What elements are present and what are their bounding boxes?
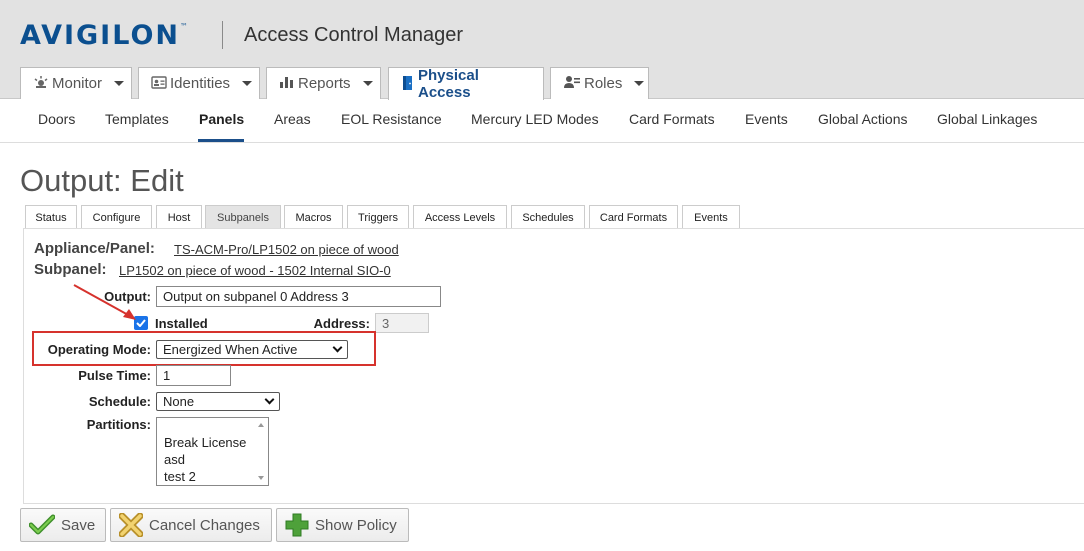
tab-subpanels[interactable]: Subpanels [205, 205, 281, 229]
subnav-doors[interactable]: Doors [38, 111, 75, 127]
subnav-card-formats[interactable]: Card Formats [629, 111, 715, 127]
subnav-templates[interactable]: Templates [105, 111, 169, 127]
logo-text: AVIGILON [20, 20, 181, 51]
tab-triggers[interactable]: Triggers [347, 205, 409, 229]
tab-identities-label: Identities [170, 75, 231, 92]
subnav-mercury-led-modes[interactable]: Mercury LED Modes [471, 111, 599, 127]
plus-icon [285, 513, 309, 537]
scroll-up-icon[interactable] [258, 423, 264, 427]
scroll-down-icon[interactable] [258, 476, 264, 480]
pulse-time-input[interactable] [156, 365, 231, 386]
subnav-areas[interactable]: Areas [274, 111, 311, 127]
tab-configure[interactable]: Configure [81, 205, 152, 229]
list-item[interactable]: Break License [164, 434, 268, 451]
chevron-down-icon [264, 394, 275, 405]
tab-roles[interactable]: Roles [550, 67, 649, 99]
schedule-label: Schedule: [88, 394, 151, 409]
operating-mode-value: Energized When Active [163, 342, 298, 357]
annotation-arrow-icon [73, 284, 136, 320]
id-card-icon [151, 75, 167, 92]
tab-monitor[interactable]: Monitor [20, 67, 132, 99]
subpanel-link[interactable]: LP1502 on piece of wood - 1502 Internal … [119, 263, 391, 278]
tab-physical-access-label: Physical Access [418, 67, 479, 101]
tab-host[interactable]: Host [156, 205, 202, 229]
show-policy-button[interactable]: Show Policy [276, 508, 409, 542]
tab-reports[interactable]: Reports [266, 67, 381, 99]
tab-physical-access[interactable]: Physical Access [388, 67, 544, 101]
save-button-label: Save [61, 516, 96, 534]
appliance-link[interactable]: TS-ACM-Pro/LP1502 on piece of wood [174, 242, 399, 257]
save-button[interactable]: Save [20, 508, 106, 542]
appliance-label: Appliance/Panel: [34, 240, 155, 257]
header-divider [222, 21, 223, 49]
bar-chart-icon [279, 75, 295, 92]
avigilon-logo: AVIGILON™ [20, 20, 188, 51]
subnav-eol-resistance[interactable]: EOL Resistance [341, 111, 442, 127]
sub-navigation: Doors Templates Panels Areas EOL Resista… [0, 99, 1084, 143]
subnav-events[interactable]: Events [745, 111, 788, 127]
chevron-down-icon [114, 81, 125, 86]
operating-mode-select[interactable]: Energized When Active [156, 340, 348, 359]
roles-icon [563, 75, 581, 92]
monitor-icon [33, 75, 49, 92]
tab-status[interactable]: Status [25, 205, 77, 229]
chevron-down-icon [362, 81, 373, 86]
installed-label: Installed [155, 316, 208, 331]
partitions-label: Partitions: [86, 417, 151, 432]
subnav-active-indicator [198, 139, 244, 142]
schedule-value: None [163, 394, 195, 409]
address-input [375, 313, 429, 333]
chevron-down-icon [332, 342, 343, 353]
pulse-time-label: Pulse Time: [78, 368, 151, 383]
cancel-changes-button[interactable]: Cancel Changes [110, 508, 272, 542]
list-item[interactable]: asd [164, 451, 268, 468]
tab-card-formats[interactable]: Card Formats [589, 205, 678, 229]
checkmark-icon [29, 514, 55, 536]
cancel-x-icon [119, 513, 143, 537]
tab-schedules[interactable]: Schedules [511, 205, 585, 229]
tab-macros[interactable]: Macros [284, 205, 343, 229]
listbox-scrollbar[interactable] [254, 418, 268, 485]
address-label: Address: [313, 316, 370, 331]
subnav-global-linkages[interactable]: Global Linkages [937, 111, 1037, 127]
logo-trademark: ™ [180, 22, 189, 31]
operating-mode-label: Operating Mode: [47, 342, 151, 357]
subnav-global-actions[interactable]: Global Actions [818, 111, 908, 127]
tab-monitor-label: Monitor [52, 75, 103, 92]
tab-roles-label: Roles [584, 75, 623, 92]
chevron-down-icon [634, 81, 645, 86]
output-name-input[interactable] [156, 286, 441, 307]
subpanel-label: Subpanel: [34, 261, 107, 278]
door-icon [401, 75, 415, 94]
partitions-listbox[interactable]: Break License asd test 2 [156, 417, 269, 486]
tab-events[interactable]: Events [682, 205, 740, 229]
schedule-select[interactable]: None [156, 392, 280, 411]
show-policy-label: Show Policy [315, 516, 397, 534]
list-item[interactable]: test 2 [164, 468, 268, 485]
cancel-button-label: Cancel Changes [149, 516, 260, 534]
tab-access-levels[interactable]: Access Levels [413, 205, 507, 229]
subnav-panels[interactable]: Panels [199, 111, 244, 127]
app-title: Access Control Manager [244, 24, 463, 46]
tab-identities[interactable]: Identities [138, 67, 260, 99]
page-title: Output: Edit [20, 163, 184, 198]
chevron-down-icon [242, 81, 253, 86]
tab-reports-label: Reports [298, 75, 351, 92]
